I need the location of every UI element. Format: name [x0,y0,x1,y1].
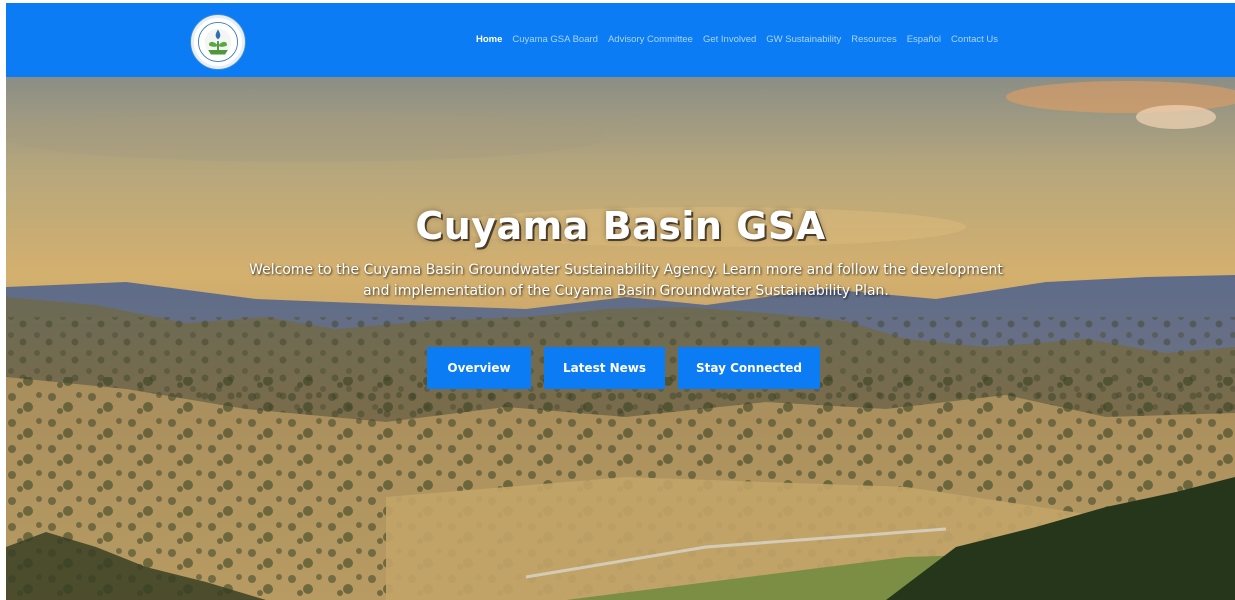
nav-gw-sustainability[interactable]: GW Sustainability [766,34,841,45]
hero-background-image [6,77,1235,600]
hero-subtitle-line-1: Welcome to the Cuyama Basin Groundwater … [249,262,1003,278]
main-nav: Home Cuyama GSA Board Advisory Committee… [476,34,1008,45]
overview-button[interactable]: Overview [427,347,531,389]
site-logo[interactable] [191,15,245,69]
latest-news-button[interactable]: Latest News [544,347,665,389]
hero-subtitle-line-2: and implementation of the Cuyama Basin G… [363,283,889,299]
nav-contact-us[interactable]: Contact Us [951,34,998,45]
nav-espanol[interactable]: Español [907,34,941,45]
stay-connected-button[interactable]: Stay Connected [678,347,820,389]
nav-home[interactable]: Home [476,34,502,45]
nav-cuyama-gsa-board[interactable]: Cuyama GSA Board [512,34,598,45]
hero-button-row: Overview Latest News Stay Connected [427,347,820,389]
nav-resources[interactable]: Resources [851,34,896,45]
hero-subtitle: Welcome to the Cuyama Basin Groundwater … [211,260,1041,302]
nav-get-involved[interactable]: Get Involved [703,34,756,45]
nav-advisory-committee[interactable]: Advisory Committee [608,34,693,45]
site-header: Home Cuyama GSA Board Advisory Committee… [6,3,1235,77]
page: Home Cuyama GSA Board Advisory Committee… [6,3,1235,600]
hero-section: Cuyama Basin GSA Welcome to the Cuyama B… [6,77,1235,600]
hero-title: Cuyama Basin GSA [415,204,826,248]
gsa-seal-icon [195,19,241,65]
